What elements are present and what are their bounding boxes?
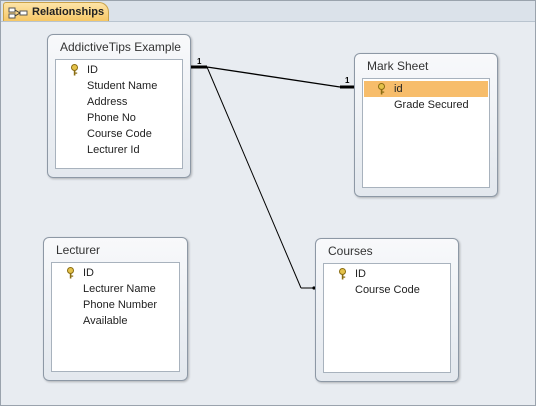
field-name: id xyxy=(394,83,403,95)
table-addictivetips-example[interactable]: AddictiveTips Example ID Student Name Ad… xyxy=(47,34,191,178)
table-courses[interactable]: Courses ID Course Code xyxy=(315,238,459,382)
field-row[interactable]: Grade Secured xyxy=(364,97,488,113)
table-title: AddictiveTips Example xyxy=(60,40,181,54)
relationships-window: Relationships 1 1 AddictiveTips Example xyxy=(0,0,536,406)
field-name: Course Code xyxy=(87,128,152,140)
field-name: ID xyxy=(355,268,366,280)
rel-line-addictive-marksheet[interactable] xyxy=(206,66,341,88)
field-row[interactable]: Phone Number xyxy=(53,297,178,313)
field-name: Student Name xyxy=(87,80,158,92)
rel-line-addictive-courses[interactable] xyxy=(206,66,302,289)
field-row[interactable]: Available xyxy=(53,313,178,329)
field-name: Phone No xyxy=(87,112,136,124)
field-row[interactable]: ID xyxy=(57,62,181,78)
field-name: Lecturer Name xyxy=(83,283,156,295)
table-title: Courses xyxy=(328,244,373,258)
field-row[interactable]: ID xyxy=(325,266,449,282)
field-name: Address xyxy=(87,96,128,108)
table-title: Lecturer xyxy=(56,243,101,257)
field-list[interactable]: ID Student Name Address Phone No Course … xyxy=(55,59,183,169)
document-tab-strip: Relationships xyxy=(1,1,535,22)
field-list[interactable]: ID Course Code xyxy=(323,263,451,373)
field-name: Phone Number xyxy=(83,299,157,311)
field-row[interactable]: Lecturer Name xyxy=(53,281,178,297)
field-list[interactable]: id Grade Secured xyxy=(362,78,490,188)
primary-key-icon xyxy=(338,268,347,280)
field-row[interactable]: Student Name xyxy=(57,78,181,94)
table-mark-sheet[interactable]: Mark Sheet id Grade Secured xyxy=(354,53,498,197)
cardinality-one-left: 1 xyxy=(197,57,202,66)
field-name: Grade Secured xyxy=(394,99,469,111)
relationships-canvas[interactable]: 1 1 AddictiveTips Example ID Student Nam… xyxy=(2,22,534,402)
field-row[interactable]: Phone No xyxy=(57,110,181,126)
field-row[interactable]: ID xyxy=(53,265,178,281)
field-row[interactable]: Lecturer Id xyxy=(57,142,181,158)
primary-key-icon xyxy=(377,83,386,95)
field-name: Lecturer Id xyxy=(87,144,140,156)
field-row[interactable]: Course Code xyxy=(57,126,181,142)
field-list[interactable]: ID Lecturer Name Phone Number Available xyxy=(51,262,180,372)
relationships-icon xyxy=(8,6,28,19)
field-name: Course Code xyxy=(355,284,420,296)
cardinality-one-right: 1 xyxy=(345,76,350,85)
tab-relationships[interactable]: Relationships xyxy=(3,2,109,21)
primary-key-icon xyxy=(70,64,79,76)
table-title: Mark Sheet xyxy=(367,59,429,73)
table-lecturer[interactable]: Lecturer ID Lecturer Name Phone Number A… xyxy=(43,237,188,381)
field-name: Available xyxy=(83,315,128,327)
field-row[interactable]: Course Code xyxy=(325,282,449,298)
primary-key-icon xyxy=(66,267,75,279)
field-name: ID xyxy=(83,267,94,279)
field-name: ID xyxy=(87,64,98,76)
tab-label: Relationships xyxy=(32,6,105,18)
field-row[interactable]: Address xyxy=(57,94,181,110)
field-row-selected[interactable]: id xyxy=(364,81,488,97)
